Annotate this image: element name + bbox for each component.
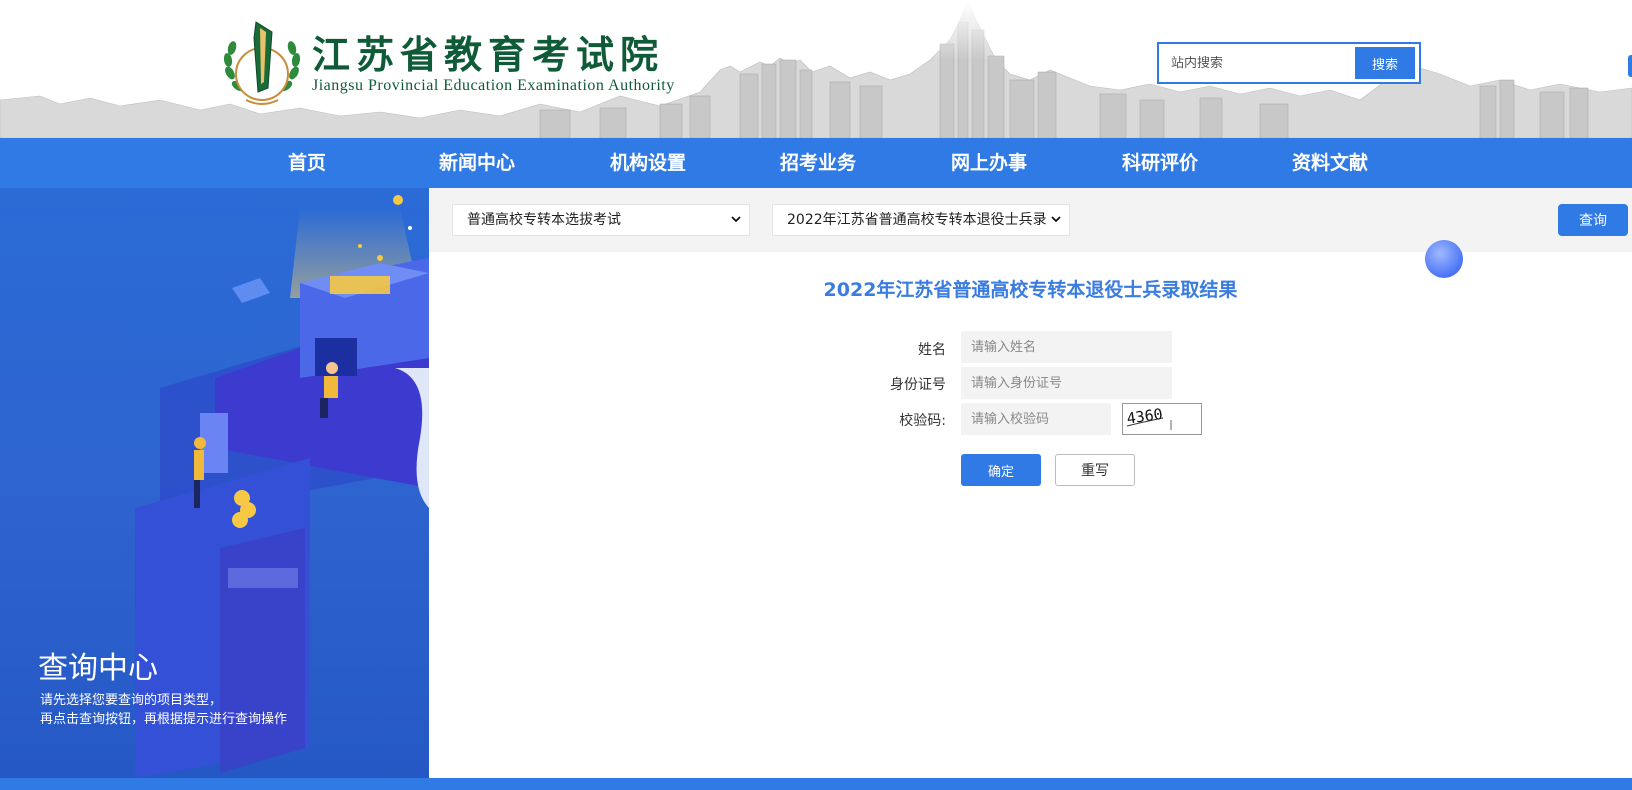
exam-project-select-value: 2022年江苏省普通高校专转本退役士兵录 (787, 212, 1047, 228)
query-center-desc-line1: 请先选择您要查询的项目类型， (40, 693, 223, 708)
confirm-button[interactable]: 确定 (961, 454, 1041, 486)
captcha-glyphs: 4360 (1126, 405, 1172, 430)
side-float-tab[interactable] (1628, 55, 1632, 77)
query-center-illustration (135, 195, 429, 778)
query-center-title: 查询中心 (38, 651, 158, 686)
nav-item-home[interactable]: 首页 (288, 138, 326, 188)
chevron-down-icon (731, 216, 741, 223)
exam-type-select-value: 普通高校专转本选拔考试 (467, 212, 621, 228)
nav-item-admissions[interactable]: 招考业务 (780, 138, 856, 188)
logo-chinese-name: 江苏省教育考试院 (312, 32, 665, 77)
captcha-input[interactable] (961, 403, 1111, 435)
captcha-label: 校验码: (899, 413, 946, 429)
nav-item-news[interactable]: 新闻中心 (439, 138, 515, 188)
decorative-blue-orb (1425, 240, 1463, 278)
captcha-image[interactable]: 4360 (1122, 403, 1202, 435)
site-header: 江苏省教育考试院 Jiangsu Provincial Education Ex… (0, 0, 1632, 138)
id-number-input[interactable] (961, 367, 1172, 399)
query-center-desc-line2: 再点击查询按钮，再根据提示进行查询操作 (40, 712, 288, 727)
name-input[interactable] (961, 331, 1172, 363)
main-navigation: 首页 新闻中心 机构设置 招考业务 网上办事 科研评价 资料文献 (0, 138, 1632, 188)
search-button[interactable]: 搜索 (1355, 47, 1415, 79)
logo-emblem-icon (223, 21, 301, 105)
reset-button[interactable]: 重写 (1055, 454, 1135, 486)
footer-bar (0, 778, 1632, 790)
query-center-description: 请先选择您要查询的项目类型， 再点击查询按钮，再根据提示进行查询操作 (40, 691, 287, 729)
id-number-label: 身份证号 (890, 377, 946, 393)
query-center-panel: 查询中心 请先选择您要查询的项目类型， 再点击查询按钮，再根据提示进行查询操作 (0, 188, 429, 778)
logo-english-name: Jiangsu Provincial Education Examination… (312, 77, 675, 94)
chevron-down-icon (1051, 216, 1061, 223)
nav-item-organization[interactable]: 机构设置 (610, 138, 686, 188)
query-button[interactable]: 查询 (1558, 204, 1628, 236)
result-title: 2022年江苏省普通高校专转本退役士兵录取结果 (823, 279, 1238, 301)
exam-project-select[interactable]: 2022年江苏省普通高校专转本退役士兵录 (772, 204, 1070, 236)
nav-item-documents[interactable]: 资料文献 (1292, 138, 1368, 188)
site-search: 搜索 (1157, 42, 1421, 84)
search-input[interactable] (1171, 55, 1355, 71)
nav-item-research[interactable]: 科研评价 (1122, 138, 1198, 188)
exam-type-select[interactable]: 普通高校专转本选拔考试 (452, 204, 750, 236)
nav-item-online-services[interactable]: 网上办事 (951, 138, 1027, 188)
site-logo[interactable]: 江苏省教育考试院 Jiangsu Provincial Education Ex… (220, 18, 675, 110)
name-label: 姓名 (918, 342, 946, 358)
captcha-text: 4360 (1126, 405, 1164, 428)
